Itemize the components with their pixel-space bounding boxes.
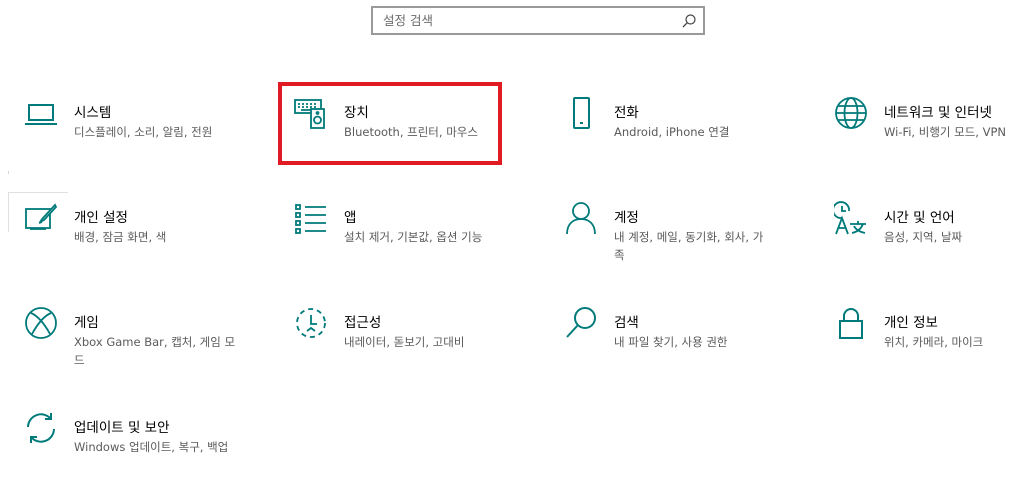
xbox-icon xyxy=(24,306,58,340)
tile-description: Xbox Game Bar, 캡처, 게임 모 드 xyxy=(74,335,236,367)
tile-title: 네트워크 및 인터넷 xyxy=(884,105,992,121)
laptop-icon xyxy=(24,96,58,130)
tile-phone[interactable]: 전화 Android, iPhone 연결 xyxy=(550,82,810,166)
tile-description: 설치 제거, 기본값, 옵션 기능 xyxy=(344,230,483,244)
tile-search[interactable]: 검색 내 파일 찾기, 사용 권한 xyxy=(550,292,810,376)
lock-icon xyxy=(834,306,868,340)
tile-title: 전화 xyxy=(614,105,639,121)
tile-ease-of-access[interactable]: 접근성 내레이터, 돋보기, 고대비 xyxy=(280,292,540,376)
tile-title: 업데이트 및 보안 xyxy=(74,420,170,436)
tile-description: 내 계정, 메일, 동기화, 회사, 가 족 xyxy=(614,230,764,262)
divider xyxy=(8,192,9,232)
tile-title: 개인 정보 xyxy=(884,315,938,331)
sync-icon xyxy=(24,411,58,445)
tile-title: 앱 xyxy=(344,210,357,226)
tile-update-security[interactable]: 업데이트 및 보안 Windows 업데이트, 복구, 백업 xyxy=(10,397,270,481)
globe-icon xyxy=(834,96,868,130)
tile-description: 내레이터, 돋보기, 고대비 xyxy=(344,335,465,349)
tile-privacy[interactable]: 개인 정보 위치, 카메라, 마이크 xyxy=(820,292,1020,376)
tile-title: 개인 설정 xyxy=(74,210,128,226)
tile-apps[interactable]: 앱 설치 제거, 기본값, 옵션 기능 xyxy=(280,187,540,271)
tile-title: 시간 및 언어 xyxy=(884,210,955,226)
apps-list-icon xyxy=(294,201,328,235)
tile-description: 내 파일 찾기, 사용 권한 xyxy=(614,335,728,349)
ease-of-access-icon xyxy=(294,306,328,340)
search-input[interactable] xyxy=(373,8,679,33)
tile-gaming[interactable]: 게임 Xbox Game Bar, 캡처, 게임 모 드 xyxy=(10,292,270,376)
tile-personalization[interactable]: 개인 설정 배경, 잠금 화면, 색 xyxy=(10,187,270,271)
tile-system[interactable]: 시스템 디스플레이, 소리, 알림, 전원 xyxy=(10,82,270,166)
tile-description: 위치, 카메라, 마이크 xyxy=(884,335,984,349)
time-language-icon xyxy=(834,201,868,235)
divider xyxy=(8,171,9,174)
magnifier-icon xyxy=(564,306,598,340)
phone-icon xyxy=(564,96,598,130)
tile-description: Android, iPhone 연결 xyxy=(614,125,730,139)
tile-title: 시스템 xyxy=(74,105,112,121)
tile-accounts[interactable]: 계정 내 계정, 메일, 동기화, 회사, 가 족 xyxy=(550,187,810,271)
search-box[interactable] xyxy=(371,6,705,35)
tile-title: 계정 xyxy=(614,210,639,226)
tile-network[interactable]: 네트워크 및 인터넷 Wi-Fi, 비행기 모드, VPN xyxy=(820,82,1020,166)
person-icon xyxy=(564,201,598,235)
tile-description: 배경, 잠금 화면, 색 xyxy=(74,230,167,244)
tile-title: 게임 xyxy=(74,315,99,331)
tile-description: Windows 업데이트, 복구, 백업 xyxy=(74,440,229,454)
tile-title: 접근성 xyxy=(344,315,382,331)
pen-tablet-icon xyxy=(24,201,58,235)
tile-description: Wi-Fi, 비행기 모드, VPN xyxy=(884,125,1007,139)
tile-description: 디스플레이, 소리, 알림, 전원 xyxy=(74,125,213,139)
search-icon[interactable] xyxy=(681,13,697,29)
tile-time-language[interactable]: 시간 및 언어 음성, 지역, 날짜 xyxy=(820,187,1020,271)
tile-title: 검색 xyxy=(614,315,639,331)
tile-description: 음성, 지역, 날짜 xyxy=(884,230,963,244)
highlight-box xyxy=(278,82,502,165)
